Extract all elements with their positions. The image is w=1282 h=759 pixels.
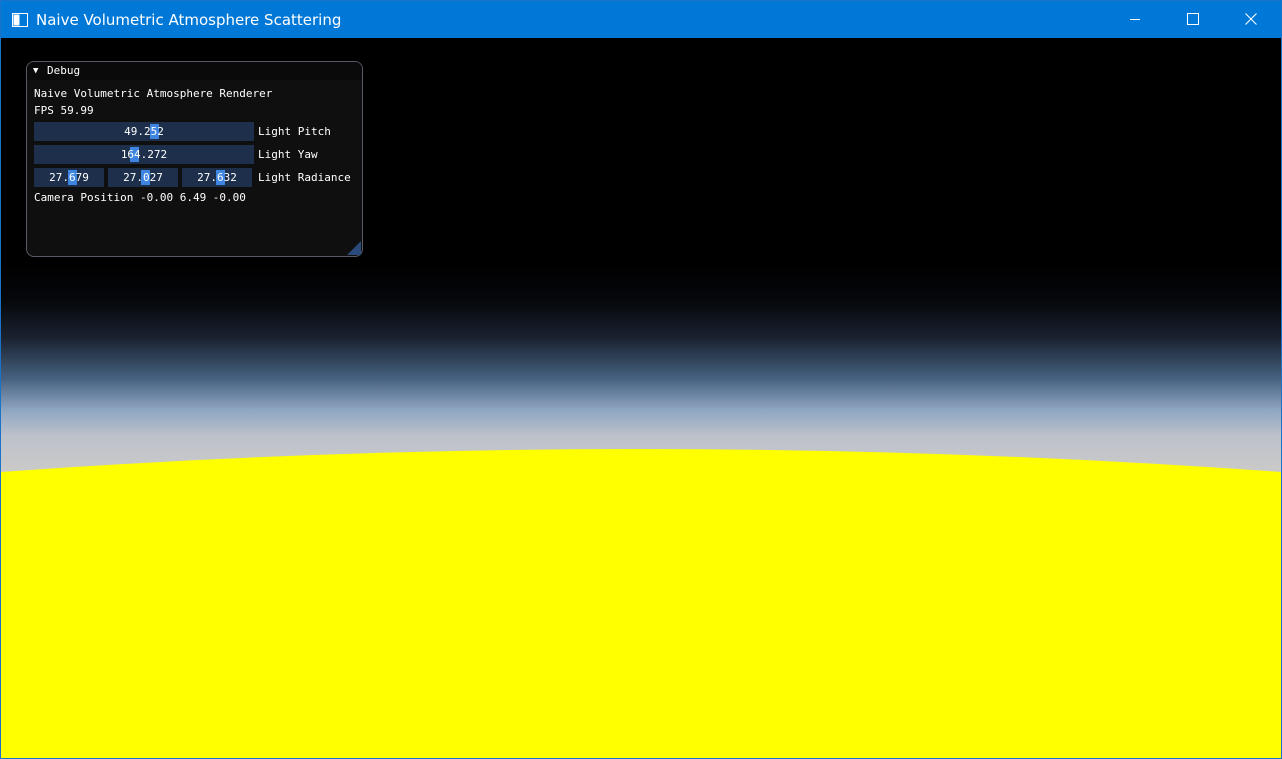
debug-window[interactable]: ▼ Debug Naive Volumetric Atmosphere Rend… <box>26 61 363 257</box>
light-radiance-r-value: 27.679 <box>49 171 89 184</box>
light-pitch-label: Light Pitch <box>258 125 331 138</box>
maximize-button[interactable] <box>1164 1 1222 38</box>
app-window: Naive Volumetric Atmosphere Scattering ▼… <box>0 0 1282 759</box>
light-radiance-g-value: 27.027 <box>123 171 163 184</box>
minimize-icon <box>1129 10 1141 29</box>
light-radiance-label: Light Radiance <box>258 171 351 184</box>
light-radiance-r-slider[interactable]: 27.679 <box>34 168 104 187</box>
light-radiance-b-slider[interactable]: 27.632 <box>182 168 252 187</box>
light-radiance-b-value: 27.632 <box>197 171 237 184</box>
light-pitch-slider[interactable]: 49.252 <box>34 122 254 141</box>
collapse-triangle-icon[interactable]: ▼ <box>33 64 38 78</box>
light-yaw-slider[interactable]: 164.272 <box>34 145 254 164</box>
light-pitch-value: 49.252 <box>124 125 164 138</box>
app-window-icon <box>12 12 28 27</box>
camera-position-readout: Camera Position -0.00 6.49 -0.00 <box>34 191 246 204</box>
close-icon <box>1245 10 1257 29</box>
renderer-heading: Naive Volumetric Atmosphere Renderer <box>34 87 273 100</box>
minimize-button[interactable] <box>1106 1 1164 38</box>
light-yaw-value: 164.272 <box>120 148 168 161</box>
window-title: Naive Volumetric Atmosphere Scattering <box>36 11 342 29</box>
render-viewport[interactable]: ▼ Debug Naive Volumetric Atmosphere Rend… <box>1 38 1281 758</box>
resize-grip-icon[interactable] <box>347 241 361 255</box>
debug-window-header[interactable]: ▼ Debug <box>27 62 362 80</box>
light-yaw-label: Light Yaw <box>258 148 318 161</box>
maximize-icon <box>1187 10 1199 29</box>
light-radiance-g-slider[interactable]: 27.027 <box>108 168 178 187</box>
title-bar[interactable]: Naive Volumetric Atmosphere Scattering <box>1 1 1281 38</box>
close-button[interactable] <box>1222 1 1280 38</box>
debug-window-title: Debug <box>47 64 81 77</box>
fps-readout: FPS 59.99 <box>34 104 94 117</box>
